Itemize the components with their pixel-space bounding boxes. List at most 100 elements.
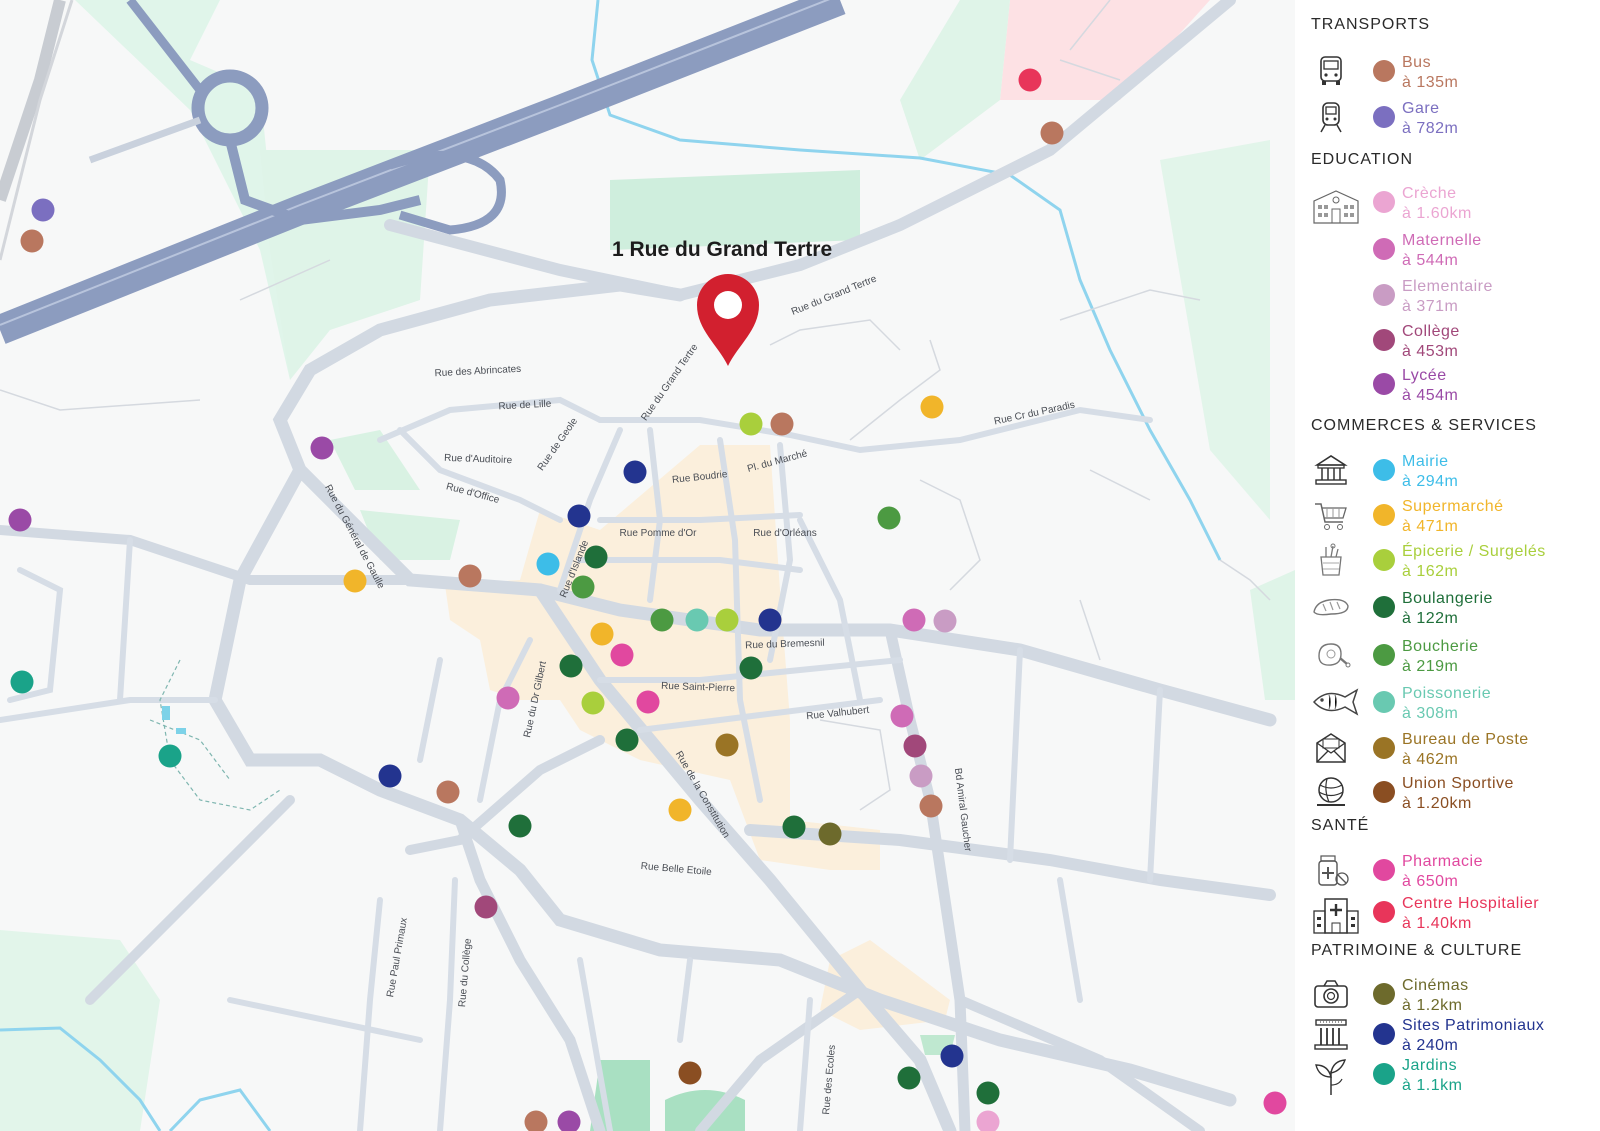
poi-bus[interactable] — [770, 412, 794, 436]
street-label: Rue d'Orléans — [753, 528, 817, 539]
poi-lycee[interactable] — [310, 436, 334, 460]
poi-boulangerie[interactable] — [584, 545, 608, 569]
legend-item-distance: à 1.20km — [1402, 795, 1472, 812]
poi-bus[interactable] — [436, 780, 460, 804]
poi-jardins[interactable] — [10, 670, 34, 694]
legend-item: Mairie à 294m — [1295, 451, 1600, 495]
poi-poissonerie[interactable] — [685, 608, 709, 632]
legend-item-name: Cinémas — [1402, 977, 1469, 994]
poi-supermarche[interactable] — [920, 395, 944, 419]
legend-color-dot — [1373, 504, 1395, 526]
poi-epicerie[interactable] — [581, 691, 605, 715]
poi-supermarche[interactable] — [590, 622, 614, 646]
legend-item-name: Pharmacie — [1402, 853, 1483, 870]
legend-item-name: Centre Hospitalier — [1402, 895, 1540, 912]
poi-sport[interactable] — [678, 1061, 702, 1085]
poi-bus[interactable] — [524, 1110, 548, 1131]
poi-pharmacie[interactable] — [636, 690, 660, 714]
poi-boulangerie[interactable] — [976, 1081, 1000, 1105]
legend-item: Crèche à 1.60km — [1295, 183, 1600, 227]
poi-maternelle[interactable] — [496, 686, 520, 710]
poi-boulangerie[interactable] — [615, 728, 639, 752]
grocery-icon — [1311, 543, 1351, 577]
street-label: Rue du Bremesnil — [745, 638, 825, 652]
poi-boulangerie[interactable] — [782, 815, 806, 839]
poi-bus[interactable] — [919, 794, 943, 818]
legend-color-dot — [1373, 373, 1395, 395]
hospital-icon — [1311, 895, 1359, 934]
poi-pharmacie[interactable] — [1263, 1091, 1287, 1115]
poi-hospital[interactable] — [1018, 68, 1042, 92]
legend-item: Maternelle à 544m — [1295, 230, 1600, 274]
poi-boucherie[interactable] — [877, 506, 901, 530]
town-hall-icon — [1311, 453, 1351, 487]
poi-boucherie[interactable] — [571, 575, 595, 599]
poi-boulangerie[interactable] — [739, 656, 763, 680]
legend-color-dot — [1373, 901, 1395, 923]
street-label: Rue du Collège — [457, 938, 474, 1008]
legend-item: Centre Hospitalier à 1.40km — [1295, 893, 1600, 937]
poi-boulangerie[interactable] — [508, 814, 532, 838]
poi-sites[interactable] — [567, 504, 591, 528]
street-label: Bd Amiral Gaucher — [952, 767, 973, 852]
legend-item-distance: à 135m — [1402, 74, 1459, 91]
poi-poste[interactable] — [715, 733, 739, 757]
legend-item: Pharmacie à 650m — [1295, 851, 1600, 895]
poi-lycee[interactable] — [8, 508, 32, 532]
legend-item-name: Bureau de Poste — [1402, 731, 1529, 748]
poi-pharmacie[interactable] — [610, 643, 634, 667]
poi-elementaire[interactable] — [909, 764, 933, 788]
poi-sites[interactable] — [758, 608, 782, 632]
address-marker[interactable] — [697, 274, 759, 366]
mail-icon — [1311, 731, 1351, 765]
legend-section-title: TRANSPORTS — [1311, 16, 1431, 33]
legend-item-name: Boucherie — [1402, 638, 1479, 655]
poi-boulangerie[interactable] — [559, 654, 583, 678]
legend-color-dot — [1373, 549, 1395, 571]
legend-item-distance: à 1.2km — [1402, 997, 1463, 1014]
poi-epicerie[interactable] — [739, 412, 763, 436]
legend-item: Jardins à 1.1km — [1295, 1055, 1600, 1099]
legend-item-distance: à 650m — [1402, 873, 1459, 890]
poi-elementaire[interactable] — [933, 609, 957, 633]
legend-item-distance: à 1.60km — [1402, 205, 1472, 222]
legend-color-dot — [1373, 691, 1395, 713]
poi-epicerie[interactable] — [715, 608, 739, 632]
legend-item: Bus à 135m — [1295, 52, 1600, 96]
poi-bus[interactable] — [1040, 121, 1064, 145]
poi-cinema[interactable] — [818, 822, 842, 846]
legend-color-dot — [1373, 644, 1395, 666]
poi-mairie[interactable] — [536, 552, 560, 576]
poi-sites[interactable] — [378, 764, 402, 788]
poi-maternelle[interactable] — [902, 608, 926, 632]
legend-item-name: Supermarché — [1402, 498, 1504, 515]
legend-item-name: Gare — [1402, 100, 1440, 117]
poi-sites[interactable] — [940, 1044, 964, 1068]
poi-lycee[interactable] — [557, 1110, 581, 1131]
legend-item-name: Collège — [1402, 323, 1460, 340]
legend-color-dot — [1373, 238, 1395, 260]
poi-jardins[interactable] — [158, 744, 182, 768]
poi-boulangerie[interactable] — [897, 1066, 921, 1090]
poi-college[interactable] — [903, 734, 927, 758]
poi-maternelle[interactable] — [890, 704, 914, 728]
legend-item: Cinémas à 1.2km — [1295, 975, 1600, 1019]
legend-item: Lycée à 454m — [1295, 365, 1600, 409]
legend-item-distance: à 453m — [1402, 343, 1459, 360]
poi-college[interactable] — [474, 895, 498, 919]
poi-gare[interactable] — [31, 198, 55, 222]
poi-creche[interactable] — [976, 1110, 1000, 1131]
legend-color-dot — [1373, 106, 1395, 128]
poi-bus[interactable] — [458, 564, 482, 588]
legend-item-distance: à 782m — [1402, 120, 1459, 137]
poi-sites[interactable] — [623, 460, 647, 484]
legend-item-distance: à 240m — [1402, 1037, 1459, 1054]
poi-boucherie[interactable] — [650, 608, 674, 632]
map[interactable]: Rue des Abrincates Rue de Lille Rue de Geo… — [0, 0, 1295, 1131]
poi-bus[interactable] — [20, 229, 44, 253]
legend-section-title: EDUCATION — [1311, 151, 1414, 168]
legend-item-distance: à 294m — [1402, 473, 1459, 490]
legend-item-name: Épicerie / Surgelés — [1402, 543, 1546, 560]
poi-supermarche[interactable] — [668, 798, 692, 822]
poi-supermarche[interactable] — [343, 569, 367, 593]
